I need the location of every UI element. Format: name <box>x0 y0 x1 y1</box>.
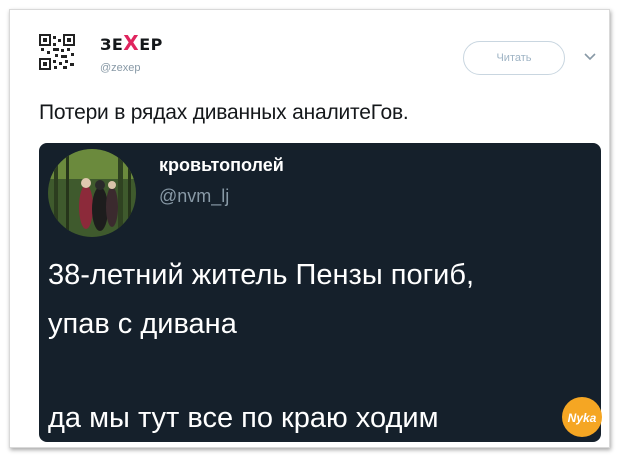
tweet-text: Потери в рядах диванных аналитеГов. <box>39 101 409 124</box>
tweet-card: ЗЕXЕР @zexep Читать Потери в рядах диван… <box>9 9 610 448</box>
author-name-part2: ЕР <box>139 35 163 54</box>
author-name-x: X <box>123 31 140 55</box>
author-handle[interactable]: @zexep <box>100 62 141 74</box>
chevron-down-icon[interactable] <box>583 52 597 62</box>
follow-button[interactable]: Читать <box>463 41 565 75</box>
quoted-author-handle: @nvm_lj <box>159 186 230 206</box>
quoted-tweet-image[interactable]: кровьтополей @nvm_lj 38-летний житель Пе… <box>39 143 601 442</box>
quoted-text-line: да мы тут все по краю ходим <box>48 402 439 434</box>
watermark-logo: Nyka <box>562 397 602 437</box>
quoted-text-line: упав с дивана <box>48 308 237 340</box>
author-name[interactable]: ЗЕXЕР <box>100 33 163 54</box>
quoted-text-line: 38-летний житель Пензы погиб, <box>48 259 475 291</box>
svg-text:Nyka: Nyka <box>568 411 597 425</box>
quoted-avatar[interactable] <box>48 149 136 237</box>
qr-code-avatar[interactable] <box>39 34 75 70</box>
quoted-author-name: кровьтополей <box>159 155 284 175</box>
author-name-part1: ЗЕ <box>100 35 124 54</box>
